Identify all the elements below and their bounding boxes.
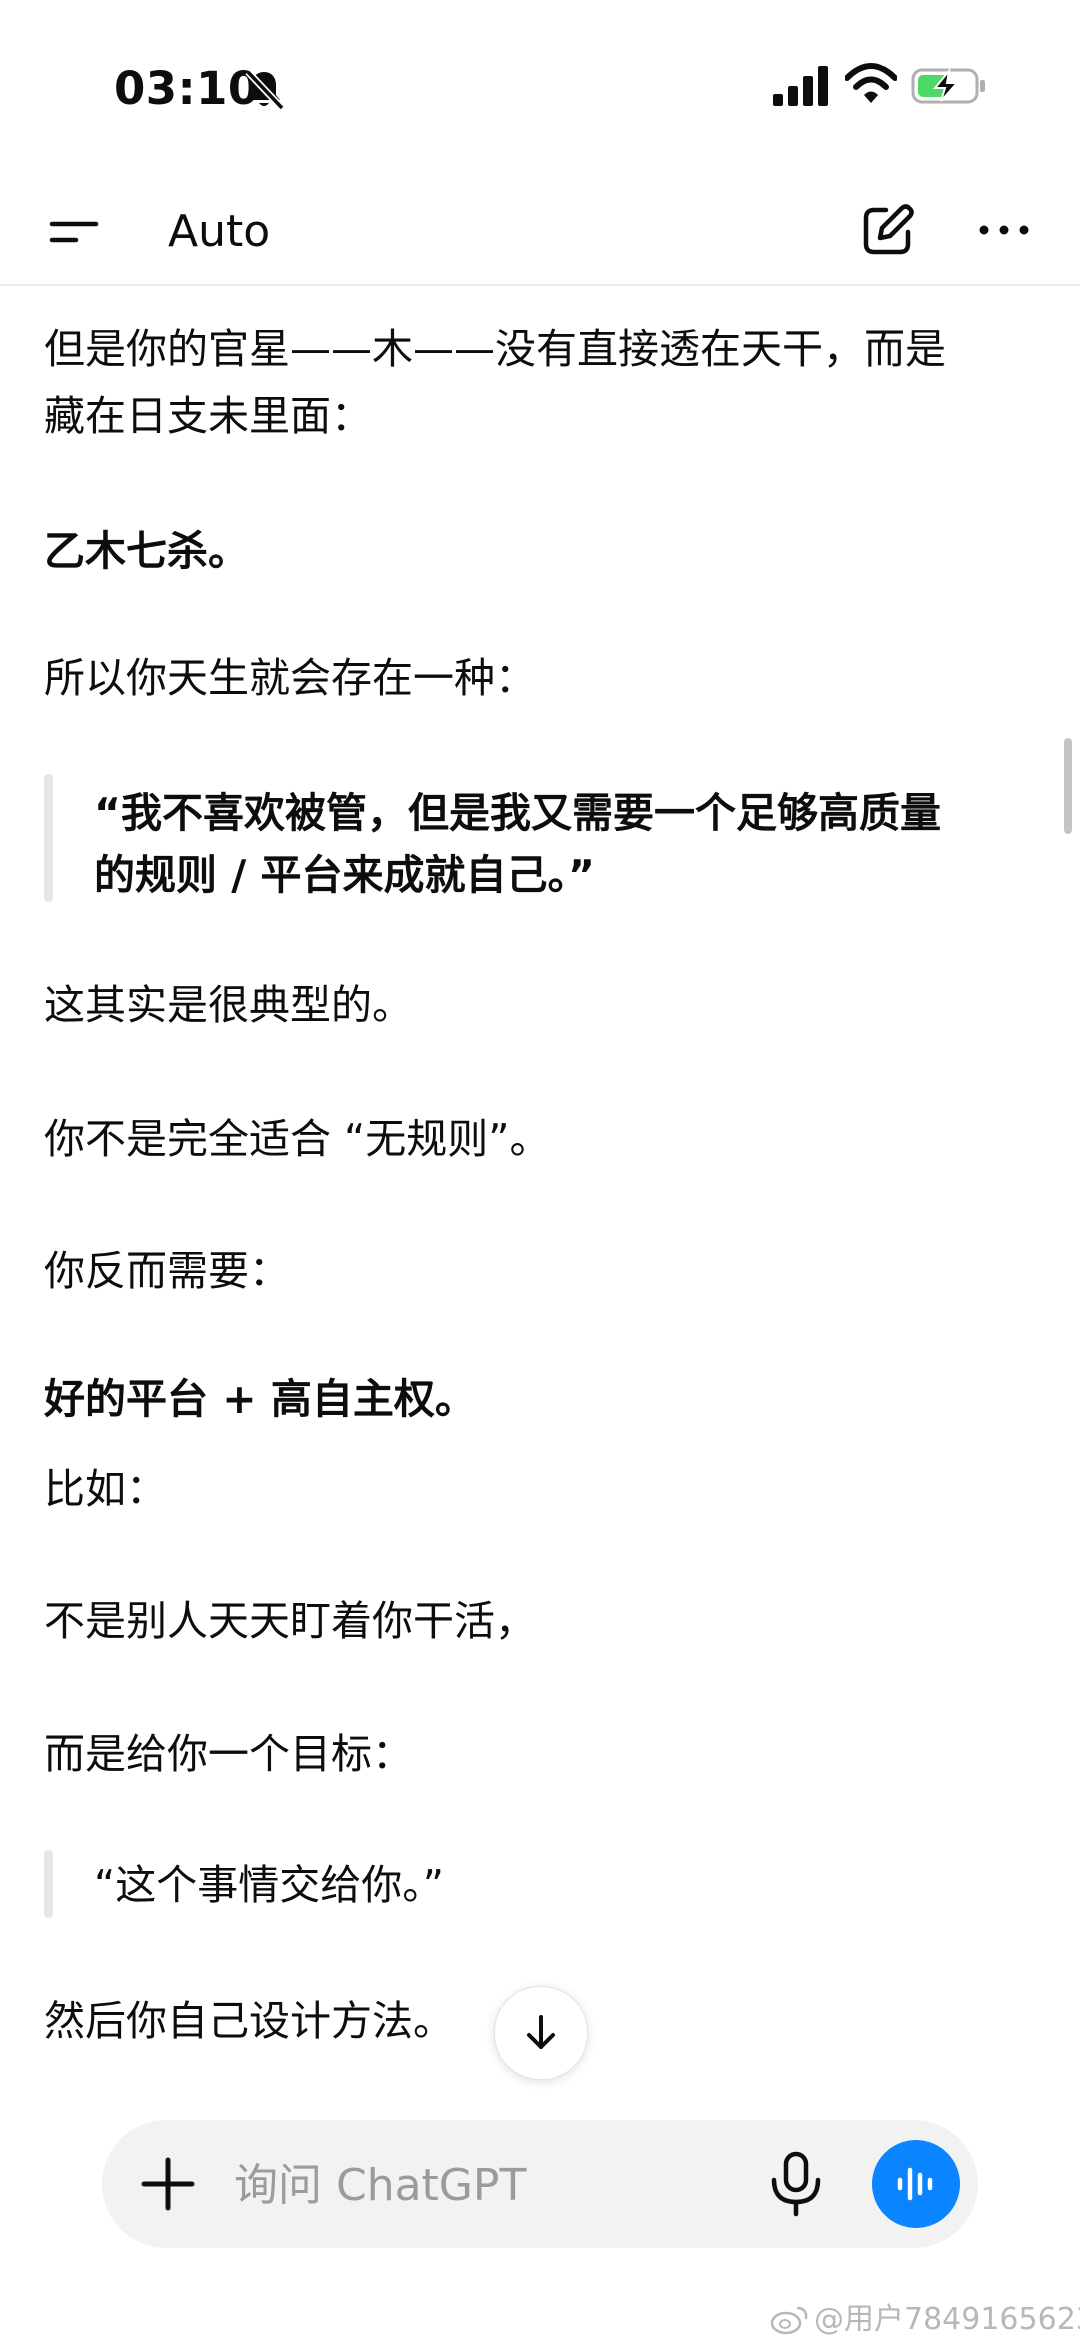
scrollbar[interactable] (1064, 738, 1072, 834)
scroll-to-bottom-button[interactable] (494, 1986, 588, 2080)
message-paragraph: 藏在日支未里面： (44, 392, 372, 440)
watermark: @用户7849165623 (770, 2300, 1080, 2340)
blockquote-bar (44, 774, 53, 902)
more-icon[interactable] (974, 200, 1034, 260)
message-paragraph: 你反而需要： (44, 1247, 290, 1295)
weibo-icon (770, 2306, 808, 2335)
edit-icon[interactable] (858, 200, 918, 260)
composer (102, 2120, 978, 2248)
watermark-text: @用户7849165623 (814, 2302, 1080, 2337)
message-paragraph: 所以你天生就会存在一种： (44, 654, 536, 702)
battery-charging-icon (911, 67, 985, 104)
message-bold-text: 乙木七杀。 (44, 527, 249, 575)
blockquote-text: “我不喜欢被管，但是我又需要一个足够高质量 (94, 789, 941, 837)
arrow-down-icon (527, 2015, 555, 2049)
message-paragraph: 但是你的官星——木——没有直接透在天干，而是 (44, 325, 946, 373)
message-paragraph: 你不是完全适合 “无规则”。 (44, 1115, 551, 1163)
microphone-icon[interactable] (760, 2148, 832, 2220)
signal-icon (773, 66, 828, 106)
message-paragraph: 不是别人天天盯着你干活， (44, 1597, 536, 1645)
voice-waveform-icon (897, 2167, 933, 2201)
message-paragraph: 然后你自己设计方法。 (44, 1997, 454, 2045)
top-bar: Auto (0, 180, 1080, 286)
message-bold-text: 好的平台 + 高自主权。 (44, 1375, 476, 1423)
blockquote-bar (44, 1850, 53, 1918)
message-paragraph: 这其实是很典型的。 (44, 981, 413, 1029)
blockquote-text: “这个事情交给你。” (94, 1861, 444, 1909)
menu-icon[interactable] (44, 202, 104, 262)
plus-icon[interactable] (138, 2154, 198, 2214)
voice-mode-button[interactable] (872, 2140, 960, 2228)
status-time: 03:10 (114, 62, 260, 115)
model-selector[interactable]: Auto (168, 202, 270, 262)
status-bar: 03:10 (0, 0, 1080, 170)
blockquote-text: 的规则 / 平台来成就自己。” (94, 851, 595, 899)
wifi-icon (845, 63, 897, 103)
message-input[interactable] (232, 2144, 716, 2226)
bell-slash-icon (245, 69, 284, 110)
message-paragraph: 比如： (44, 1465, 167, 1513)
message-paragraph: 而是给你一个目标： (44, 1730, 413, 1778)
